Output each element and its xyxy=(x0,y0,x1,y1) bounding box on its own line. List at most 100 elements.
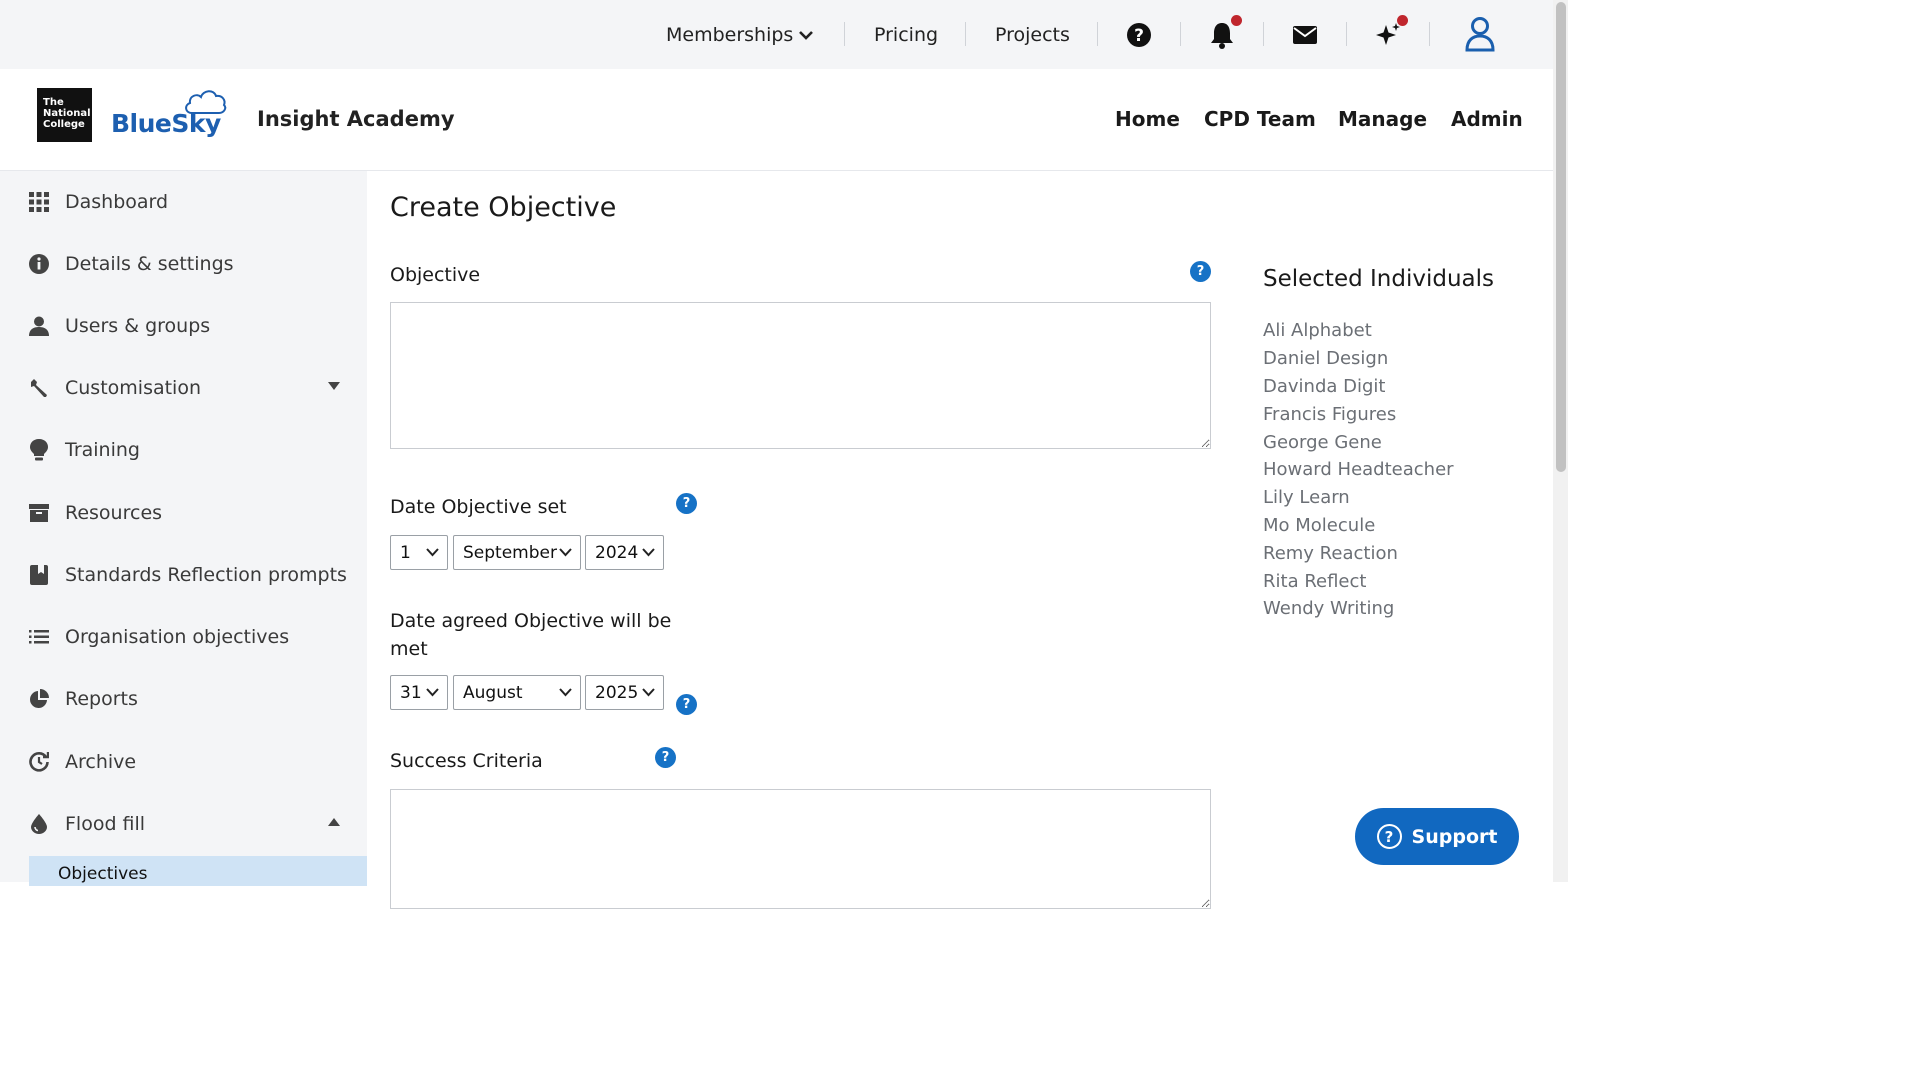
success-criteria-label: Success Criteria xyxy=(390,750,543,772)
divider xyxy=(1263,22,1264,46)
date-set-label: Date Objective set xyxy=(390,496,567,518)
list-item: Wendy Writing xyxy=(1263,598,1395,619)
help-circle-icon: ? xyxy=(1376,824,1402,849)
history-icon xyxy=(28,751,50,773)
mail-icon[interactable] xyxy=(1288,18,1322,52)
user-icon xyxy=(28,315,50,337)
caret-up-icon[interactable] xyxy=(328,817,340,827)
support-button[interactable]: ? Support xyxy=(1355,808,1519,865)
help-icon[interactable]: ? xyxy=(1190,261,1211,282)
sidebar-item-label: Users & groups xyxy=(65,315,211,337)
sidebar-item-training[interactable]: Training xyxy=(28,430,348,470)
divider xyxy=(1346,22,1347,46)
sidebar-item-label: Flood fill xyxy=(65,813,146,835)
list-item: Rita Reflect xyxy=(1263,571,1367,592)
bluesky-logo[interactable]: BlueSky xyxy=(111,109,221,138)
sidebar: Dashboard Details & settings Users & gro… xyxy=(0,171,367,886)
date-set-month-select[interactable]: September xyxy=(453,535,581,570)
help-icon[interactable]: ? xyxy=(1122,18,1156,52)
help-icon[interactable]: ? xyxy=(676,493,697,514)
national-college-logo[interactable]: The National College xyxy=(37,88,92,142)
lightbulb-icon xyxy=(28,439,50,461)
objective-textarea[interactable] xyxy=(390,302,1211,449)
sidebar-item-dashboard[interactable]: Dashboard xyxy=(28,182,348,222)
selected-value: 2025 xyxy=(595,682,639,703)
sidebar-item-label: Reports xyxy=(65,688,138,710)
selected-individuals-heading: Selected Individuals xyxy=(1263,266,1495,292)
nav-home[interactable]: Home xyxy=(1115,107,1180,131)
chevron-down-icon xyxy=(642,548,655,557)
selected-value: August xyxy=(463,682,523,703)
list-icon xyxy=(28,626,50,648)
list-item: Remy Reaction xyxy=(1263,543,1398,564)
objective-label: Objective xyxy=(390,264,481,286)
date-set-day-select[interactable]: 1 xyxy=(390,535,448,570)
sidebar-item-details-settings[interactable]: Details & settings xyxy=(28,244,348,284)
site-header: The National College BlueSky Insight Aca… xyxy=(0,69,1553,171)
chevron-down-icon xyxy=(559,548,572,557)
chevron-down-icon xyxy=(426,688,439,697)
divider xyxy=(844,22,845,46)
memberships-menu[interactable]: Memberships xyxy=(666,0,814,69)
chevron-down-icon xyxy=(799,30,814,40)
pricing-link[interactable]: Pricing xyxy=(874,0,938,69)
sidebar-item-label: Standards Reflection prompts xyxy=(65,564,347,586)
page-title: Create Objective xyxy=(390,192,617,223)
divider xyxy=(1429,22,1430,46)
chevron-down-icon xyxy=(642,688,655,697)
pie-chart-icon xyxy=(28,688,50,710)
sidebar-item-archive[interactable]: Archive xyxy=(28,742,348,782)
support-label: Support xyxy=(1411,825,1498,848)
sidebar-item-users-groups[interactable]: Users & groups xyxy=(28,306,348,346)
sidebar-item-resources[interactable]: Resources xyxy=(28,493,348,533)
sidebar-item-reports[interactable]: Reports xyxy=(28,679,348,719)
help-icon[interactable]: ? xyxy=(676,694,697,715)
scrollbar-thumb[interactable] xyxy=(1556,2,1566,472)
date-met-day-select[interactable]: 31 xyxy=(390,675,448,710)
date-set-year-select[interactable]: 2024 xyxy=(585,535,664,570)
top-utility-bar: Memberships Pricing Projects ? xyxy=(0,0,1553,69)
chevron-down-icon xyxy=(559,688,572,697)
sidebar-item-label: Resources xyxy=(65,502,163,524)
sidebar-item-customisation[interactable]: Customisation xyxy=(28,368,348,408)
list-item: Howard Headteacher xyxy=(1263,459,1454,480)
sidebar-item-label: Dashboard xyxy=(65,191,169,213)
nav-manage[interactable]: Manage xyxy=(1338,107,1427,131)
memberships-label: Memberships xyxy=(666,23,794,46)
sidebar-item-label: Organisation objectives xyxy=(65,626,290,648)
nav-admin[interactable]: Admin xyxy=(1451,107,1523,131)
list-item: Daniel Design xyxy=(1263,348,1389,369)
list-item: Davinda Digit xyxy=(1263,376,1386,397)
sidebar-subitem-objectives[interactable]: Objectives xyxy=(29,856,367,886)
chevron-down-icon xyxy=(426,548,439,557)
selected-value: 2024 xyxy=(595,542,639,563)
divider xyxy=(1097,22,1098,46)
svg-text:?: ? xyxy=(1134,26,1144,46)
help-icon[interactable]: ? xyxy=(655,747,676,768)
divider xyxy=(1180,22,1181,46)
projects-link[interactable]: Projects xyxy=(995,0,1070,69)
user-account-icon[interactable] xyxy=(1461,15,1499,53)
sidebar-item-label: Archive xyxy=(65,751,137,773)
sidebar-item-standards-reflection[interactable]: Standards Reflection prompts xyxy=(28,555,348,595)
selected-value: 1 xyxy=(400,542,411,563)
list-item: Lily Learn xyxy=(1263,487,1350,508)
nav-cpd-team[interactable]: CPD Team xyxy=(1204,107,1316,131)
caret-down-icon[interactable] xyxy=(328,381,340,391)
bookmark-icon xyxy=(28,564,50,586)
selected-value: September xyxy=(463,542,557,563)
list-item: Ali Alphabet xyxy=(1263,320,1372,341)
selected-value: 31 xyxy=(400,682,422,703)
notification-dot xyxy=(1231,15,1242,26)
list-item: Francis Figures xyxy=(1263,404,1397,425)
sidebar-item-flood-fill[interactable]: Flood fill xyxy=(28,804,348,844)
date-met-label: Date agreed Objective will be met xyxy=(390,610,672,660)
list-item: George Gene xyxy=(1263,432,1382,453)
info-icon xyxy=(28,253,50,275)
sidebar-item-organisation-objectives[interactable]: Organisation objectives xyxy=(28,617,348,657)
success-criteria-textarea[interactable] xyxy=(390,789,1211,909)
date-met-year-select[interactable]: 2025 xyxy=(585,675,664,710)
divider xyxy=(965,22,966,46)
date-met-month-select[interactable]: August xyxy=(453,675,581,710)
grid-icon xyxy=(28,191,50,213)
